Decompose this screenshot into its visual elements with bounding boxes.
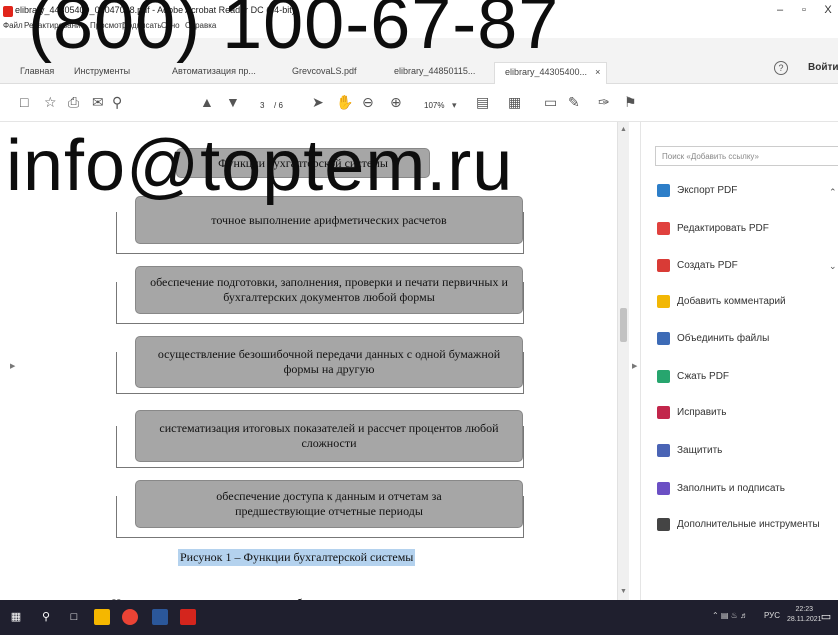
windows-start-icon[interactable]: ▦ <box>8 609 24 625</box>
diagram-box: обеспечение доступа к данным и отчетам з… <box>135 480 523 528</box>
tool-redact[interactable]: Исправить <box>657 406 726 426</box>
diagram-box: систематизация итоговых показателей и ра… <box>135 410 523 462</box>
tool-combine-files[interactable]: Объединить файлы <box>657 332 769 352</box>
scroll-up-icon[interactable]: ▲ <box>620 126 627 133</box>
chrome-icon[interactable] <box>122 609 138 625</box>
tool-compress-pdf[interactable]: Сжать PDF <box>657 370 729 390</box>
edit-pdf-icon <box>657 222 670 235</box>
tab-tools[interactable]: Инструменты <box>74 62 130 84</box>
tool-fill-sign[interactable]: Заполнить и подписать <box>657 482 785 502</box>
tool-create-pdf[interactable]: Создать PDF <box>657 259 738 279</box>
language-indicator[interactable]: РУС <box>764 611 780 620</box>
acrobat-taskbar-icon[interactable] <box>180 609 196 625</box>
left-panel-toggle-icon[interactable]: ▶ <box>10 362 15 370</box>
tool-add-comment[interactable]: Добавить комментарий <box>657 295 786 315</box>
tray-icons[interactable]: ⌃ ▤ ♨ ♬ <box>712 611 748 620</box>
combine-files-icon <box>657 332 670 345</box>
zoom-level-select[interactable]: 107% <box>424 98 444 114</box>
task-view-icon[interactable]: □ <box>66 609 82 625</box>
scroll-mode-icon[interactable]: ▦ <box>508 94 521 110</box>
page-total: / 6 <box>274 101 283 110</box>
collapse-chevron-icon[interactable]: ⌃ <box>829 187 837 198</box>
hand-tool-icon[interactable]: ✋ <box>336 94 353 110</box>
next-page-icon[interactable]: ▼ <box>226 94 240 110</box>
diagram-box: осуществление безошибочной передачи данн… <box>135 336 523 388</box>
redact-icon <box>657 406 670 419</box>
tab-document-1[interactable]: Автоматизация пр... <box>172 62 256 84</box>
file-explorer-icon[interactable] <box>94 609 110 625</box>
taskbar-clock[interactable]: 22:23 28.11.2021 <box>787 605 822 625</box>
help-icon[interactable]: ? <box>774 61 788 75</box>
tab-document-active-label: elibrary_44305400... <box>505 67 588 77</box>
close-tab-icon[interactable]: × <box>595 67 600 77</box>
right-panel-toggle-icon[interactable]: ▶ <box>632 362 637 370</box>
vertical-scrollbar[interactable]: ▲ ▼ <box>617 122 629 600</box>
comment-icon <box>657 295 670 308</box>
previous-page-icon[interactable]: ▲ <box>200 94 214 110</box>
tool-export-pdf[interactable]: Экспорт PDF <box>657 184 737 204</box>
expand-chevron-icon[interactable]: ⌄ <box>829 261 837 272</box>
bookmark-star-icon[interactable]: ☆ <box>44 94 57 110</box>
tool-protect[interactable]: Защитить <box>657 444 722 464</box>
tag-icon[interactable]: ⚑ <box>624 94 637 110</box>
save-icon[interactable]: □ <box>20 94 28 110</box>
protect-icon <box>657 444 670 457</box>
select-cursor-icon[interactable]: ➤ <box>312 94 324 110</box>
create-pdf-icon <box>657 259 670 272</box>
fit-page-icon[interactable]: ▤ <box>476 94 489 110</box>
windows-taskbar: ▦ ⚲ □ ⌃ ▤ ♨ ♬ РУС 22:23 28.11.2021 ▭ <box>0 600 838 635</box>
tool-more-tools[interactable]: Дополнительные инструменты <box>657 518 820 538</box>
fill-sign-icon <box>657 482 670 495</box>
close-window-button[interactable]: X <box>816 4 838 16</box>
diagram-box: обеспечение подготовки, заполнения, пров… <box>135 266 523 314</box>
watermark-phone: (800) 100-67-87 <box>28 0 560 64</box>
clock-time: 22:23 <box>795 606 814 613</box>
menu-file[interactable]: Файл <box>3 21 23 30</box>
more-tools-icon <box>657 518 670 531</box>
figure-caption: Рисунок 1 – Функции бухгалтерской систем… <box>178 549 416 566</box>
main-toolbar: □ ☆ ⎙ ✉ ⚲ ▲ ▼ 3 / 6 ➤ ✋ ⊖ ⊕ 107% ▾ ▤ ▦ ▭… <box>0 84 838 122</box>
notifications-icon[interactable]: ▭ <box>818 609 834 625</box>
minimize-button[interactable]: – <box>768 4 792 16</box>
watermark-email: info@toptem.ru <box>6 126 514 206</box>
page-number-input[interactable]: 3 <box>260 98 264 114</box>
print-icon[interactable]: ⎙ <box>68 94 79 110</box>
tab-home[interactable]: Главная <box>20 62 54 84</box>
word-icon[interactable] <box>152 609 168 625</box>
clock-date: 28.11.2021 <box>787 616 822 623</box>
zoom-in-icon[interactable]: ⊕ <box>390 94 402 110</box>
tool-edit-pdf[interactable]: Редактировать PDF <box>657 222 769 242</box>
search-icon[interactable]: ⚲ <box>38 609 54 625</box>
tab-document-active[interactable]: elibrary_44305400... × <box>494 62 608 84</box>
search-zoom-icon[interactable]: ⚲ <box>112 94 122 110</box>
export-pdf-icon <box>657 184 670 197</box>
email-icon[interactable]: ✉ <box>92 94 104 110</box>
scroll-down-icon[interactable]: ▼ <box>620 588 627 595</box>
tab-document-2[interactable]: GrevcovaLS.pdf <box>292 62 357 84</box>
compress-pdf-icon <box>657 370 670 383</box>
sign-in-button[interactable]: Войти <box>808 62 838 73</box>
zoom-out-icon[interactable]: ⊖ <box>362 94 374 110</box>
chevron-down-icon[interactable]: ▾ <box>452 97 457 113</box>
acrobat-app-icon <box>3 6 13 17</box>
tools-pane: Поиск «Добавить ссылку» Экспорт PDF ⌃ Ре… <box>640 122 838 600</box>
tools-search-input[interactable]: Поиск «Добавить ссылку» <box>655 146 838 166</box>
maximize-button[interactable]: ▫ <box>792 4 816 16</box>
comment-icon[interactable]: ▭ <box>544 94 557 110</box>
tab-document-3[interactable]: elibrary_44850115... <box>394 62 475 84</box>
draw-sign-icon[interactable]: ✑ <box>598 94 610 110</box>
highlight-pen-icon[interactable]: ✎ <box>568 94 580 110</box>
scroll-thumb[interactable] <box>620 308 627 342</box>
